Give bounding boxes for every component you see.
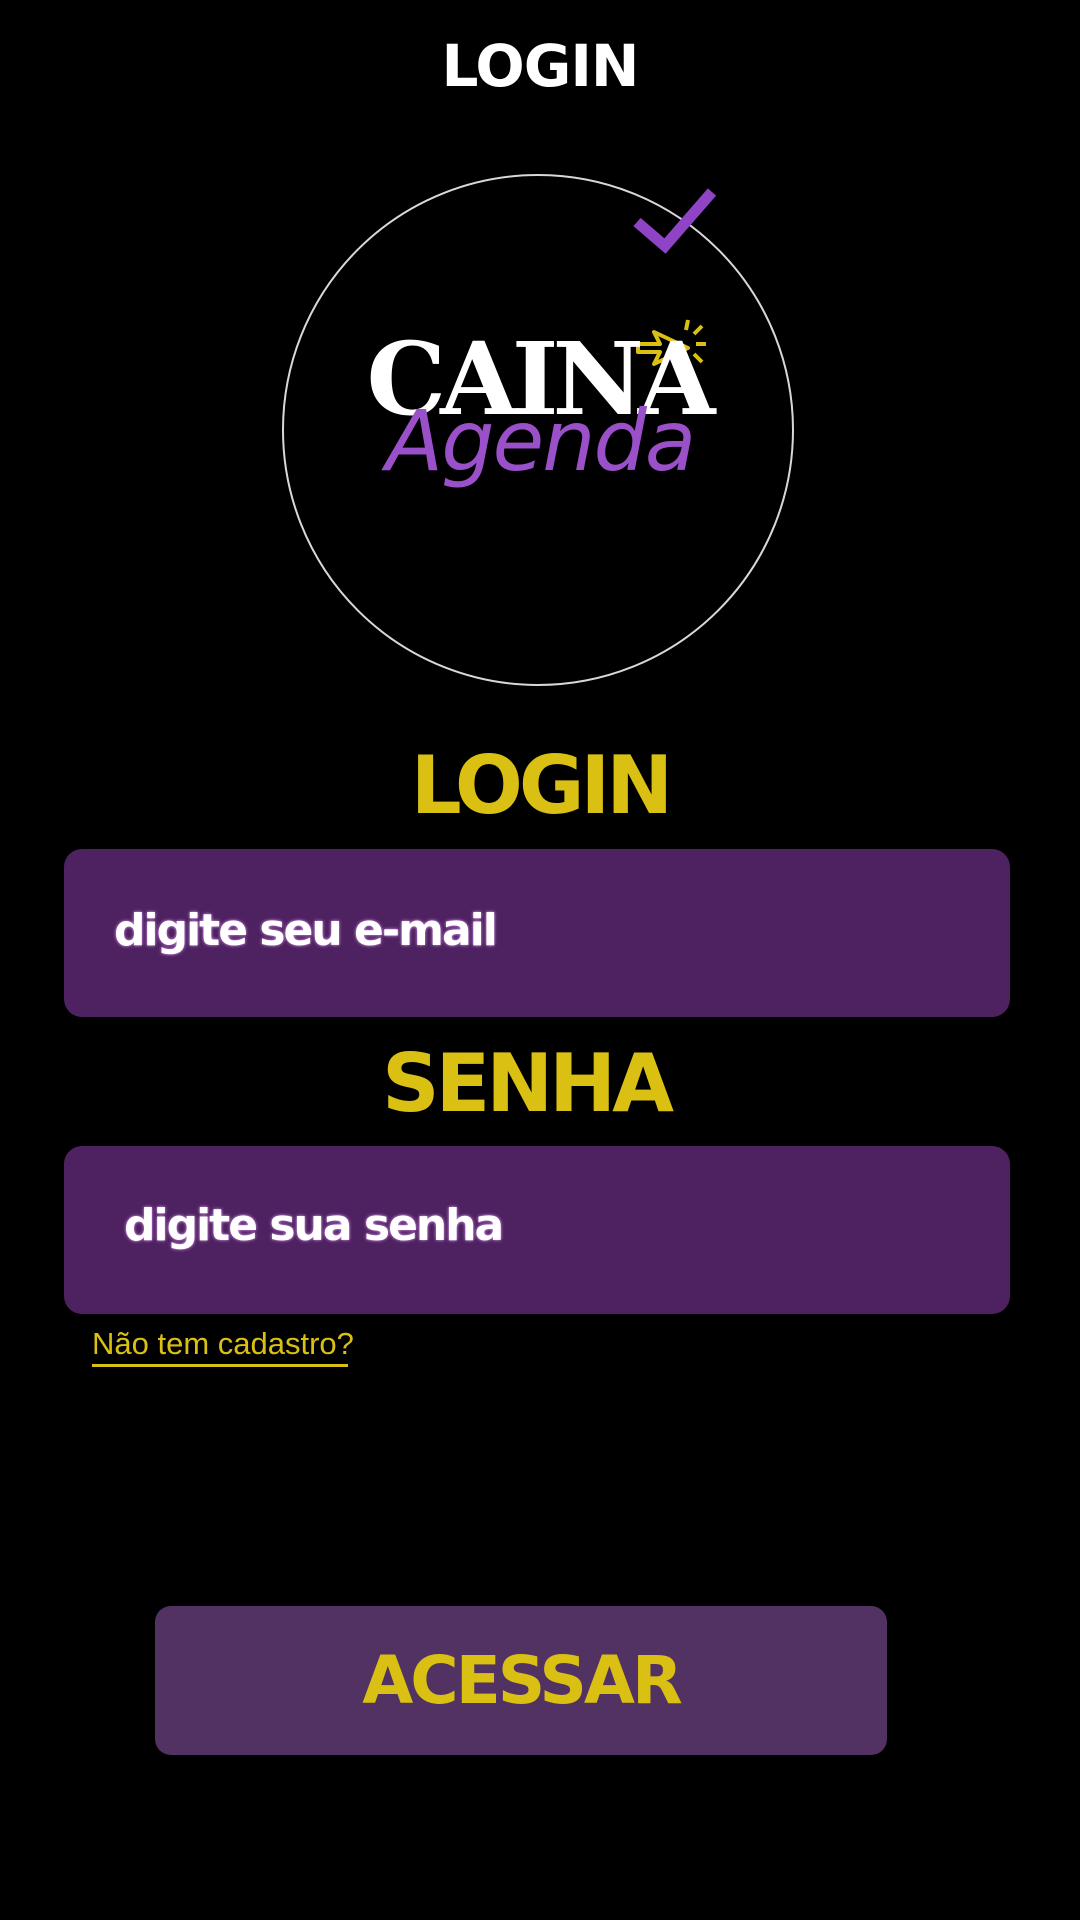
access-button[interactable]: ACESSAR xyxy=(155,1606,887,1755)
email-field[interactable]: digite seu e-mail xyxy=(64,849,1010,1017)
register-link[interactable]: Não tem cadastro? xyxy=(92,1322,354,1366)
password-placeholder: digite sua senha xyxy=(124,1200,504,1251)
page-title: LOGIN xyxy=(441,32,640,100)
email-placeholder: digite seu e-mail xyxy=(114,905,498,956)
password-label: SENHA xyxy=(381,1037,674,1130)
checkmark-icon xyxy=(633,188,717,254)
brand-name-bottom: Agenda xyxy=(381,392,695,490)
login-label: LOGIN xyxy=(410,739,674,832)
password-field[interactable]: digite sua senha xyxy=(64,1146,1010,1314)
register-link-underline xyxy=(92,1364,348,1367)
brand-logo: CAINA Agenda xyxy=(282,174,798,690)
